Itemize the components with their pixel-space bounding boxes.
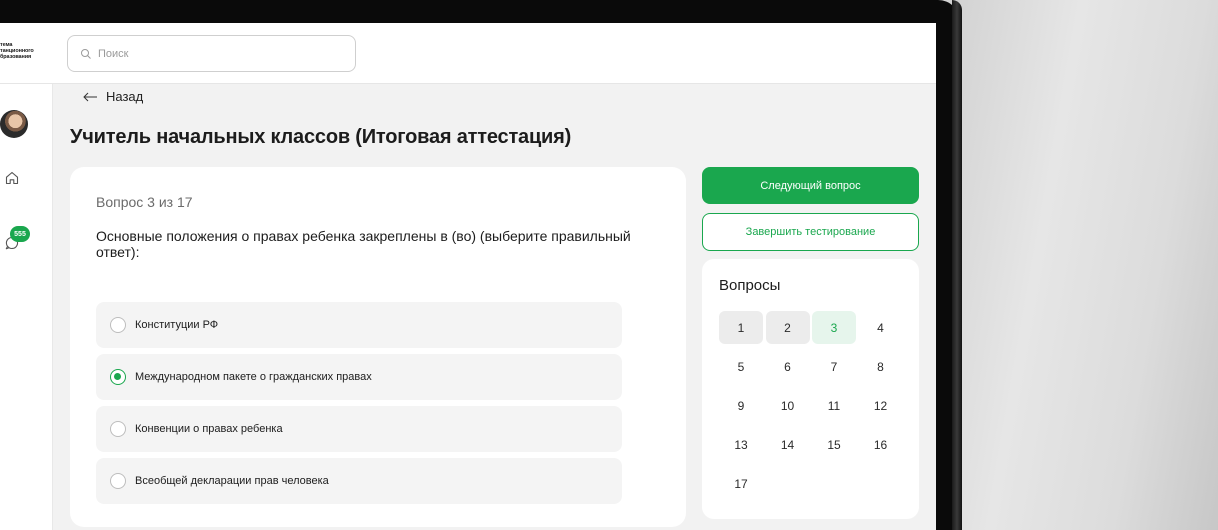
questions-panel: Вопросы 1 2 3 4 5 6 7 8 9 10 11 12 13 14 15 16 17 <box>702 259 919 519</box>
answer-option[interactable]: Всеобщей декларации прав человека <box>96 458 622 504</box>
question-number[interactable]: 5 <box>719 350 763 383</box>
logo[interactable]: тема танционного бразования <box>0 42 44 62</box>
question-number[interactable]: 8 <box>859 350 903 383</box>
question-number[interactable]: 17 <box>719 467 763 500</box>
answer-option-label: Конвенции о правах ребенка <box>135 423 283 435</box>
arrow-left-icon <box>83 92 97 101</box>
questions-panel-title: Вопросы <box>719 277 781 294</box>
home-icon[interactable] <box>4 170 20 186</box>
question-counter: Вопрос 3 из 17 <box>96 194 193 210</box>
question-number[interactable]: 11 <box>812 389 856 422</box>
answer-option-selected[interactable]: Международном пакете о гражданских права… <box>96 354 622 400</box>
question-number[interactable]: 4 <box>859 311 903 344</box>
question-grid: 1 2 3 4 5 6 7 8 9 10 11 12 13 14 15 16 17 <box>719 311 903 500</box>
question-number[interactable]: 9 <box>719 389 763 422</box>
question-card: Вопрос 3 из 17 Основные положения о прав… <box>70 167 686 527</box>
notification-badge: 555 <box>10 226 30 242</box>
back-label: Назад <box>106 89 144 104</box>
avatar[interactable] <box>0 110 28 138</box>
logo-line-3: бразования <box>0 54 32 60</box>
question-number[interactable]: 7 <box>812 350 856 383</box>
page-title: Учитель начальных классов (Итоговая атте… <box>70 126 572 148</box>
question-number[interactable]: 10 <box>766 389 810 422</box>
question-text: Основные положения о правах ребенка закр… <box>96 228 631 260</box>
answer-option-label: Конституции РФ <box>135 319 219 331</box>
radio-button[interactable] <box>110 421 126 437</box>
question-number[interactable]: 16 <box>859 428 903 461</box>
answer-option[interactable]: Конституции РФ <box>96 302 622 348</box>
question-number-current[interactable]: 3 <box>812 311 856 344</box>
radio-button-checked[interactable] <box>110 369 126 385</box>
question-number[interactable]: 6 <box>766 350 810 383</box>
next-question-button[interactable]: Следующий вопрос <box>702 167 919 204</box>
radio-button[interactable] <box>110 317 126 333</box>
question-number[interactable]: 15 <box>812 428 856 461</box>
laptop-edge <box>952 0 962 530</box>
finish-test-button[interactable]: Завершить тестирование <box>702 213 919 251</box>
radio-button[interactable] <box>110 473 126 489</box>
question-number[interactable]: 2 <box>765 311 810 344</box>
search-icon <box>81 48 91 59</box>
left-sidebar: 555 <box>0 84 53 530</box>
search-box[interactable] <box>67 35 356 72</box>
background-desk <box>958 0 1218 530</box>
back-link[interactable]: Назад <box>83 89 143 104</box>
question-number[interactable]: 14 <box>766 428 810 461</box>
top-bar: тема танционного бразования <box>0 23 936 84</box>
question-number[interactable]: 1 <box>719 311 763 344</box>
answer-option-label: Международном пакете о гражданских права… <box>135 371 372 383</box>
answer-option-label: Всеобщей декларации прав человека <box>135 475 329 487</box>
question-number[interactable]: 13 <box>719 428 763 461</box>
question-number[interactable]: 12 <box>859 389 903 422</box>
search-input[interactable] <box>98 47 338 60</box>
answer-option[interactable]: Конвенции о правах ребенка <box>96 406 622 452</box>
